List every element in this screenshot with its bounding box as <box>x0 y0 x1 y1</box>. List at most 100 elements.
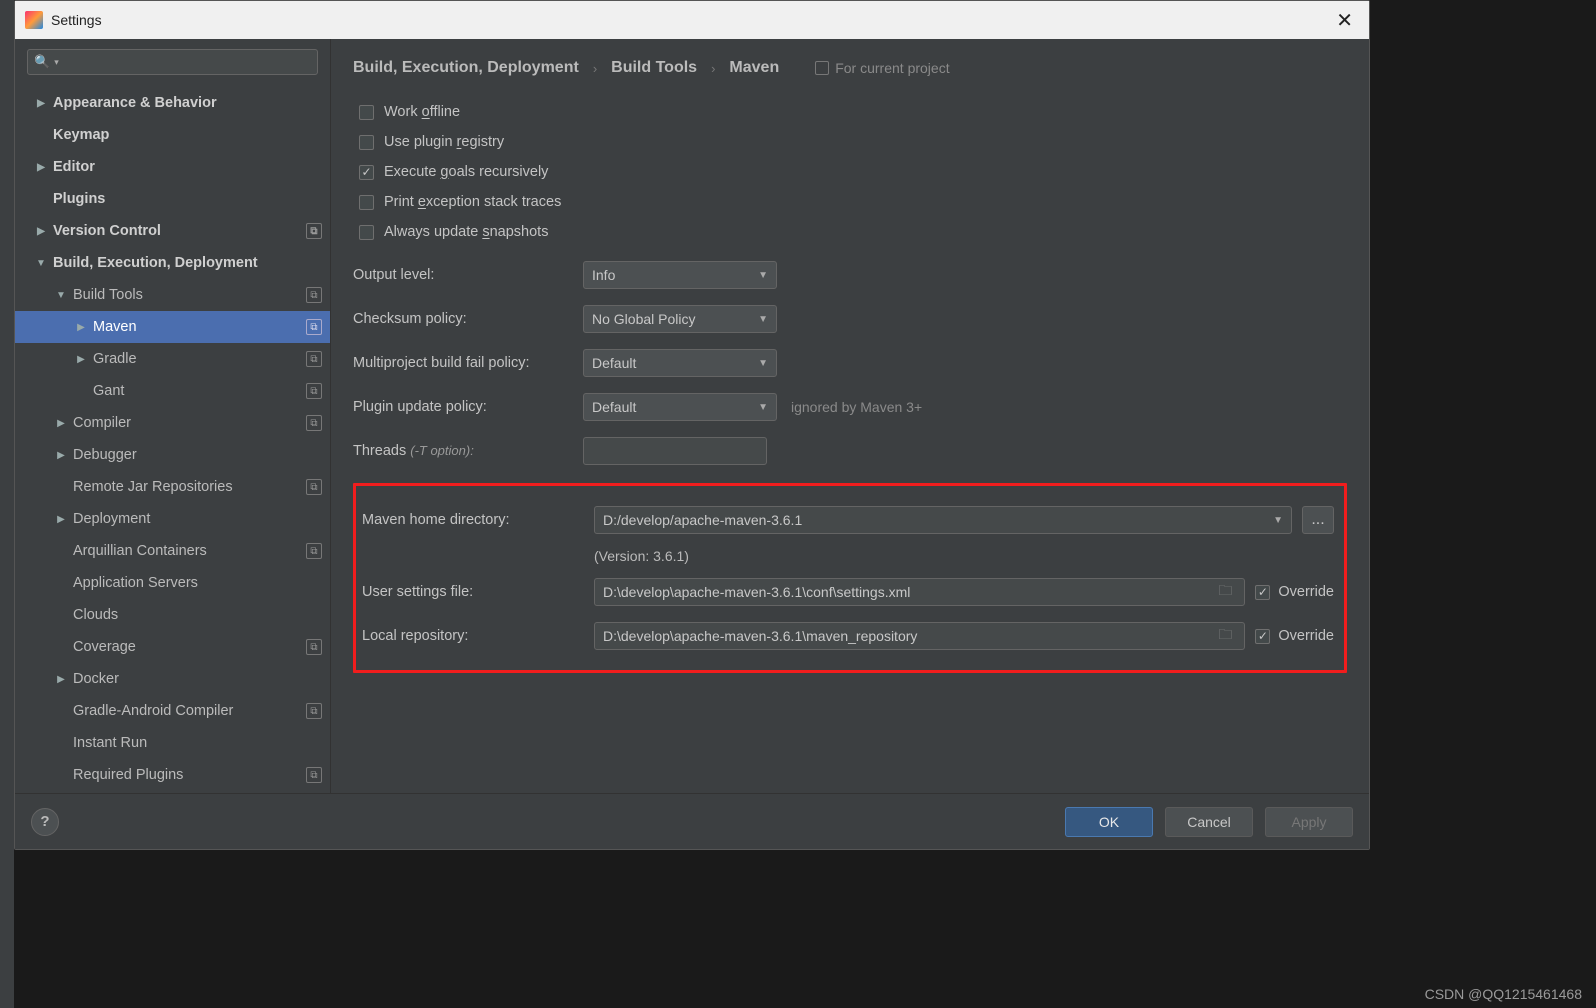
tree-editor[interactable]: ▶ Editor <box>15 151 330 183</box>
apply-button[interactable]: Apply <box>1265 807 1353 837</box>
watermark: CSDN @QQ1215461468 <box>1425 986 1582 1002</box>
tree-label: Coverage <box>73 639 136 655</box>
tree-deployment[interactable]: ▶ Deployment <box>15 503 330 535</box>
tree-plugins[interactable]: Plugins <box>15 183 330 215</box>
project-badge-icon: ⧉ <box>306 287 322 303</box>
always-update-row[interactable]: Always update snapshots <box>353 217 1347 247</box>
select-value: No Global Policy <box>592 311 696 327</box>
tree-build-tools[interactable]: ▼ Build Tools ⧉ <box>15 279 330 311</box>
output-level-select[interactable]: Info ▼ <box>583 261 777 289</box>
tree-label: Maven <box>93 319 137 335</box>
plugin-update-select[interactable]: Default ▼ <box>583 393 777 421</box>
chevron-right-icon: ▶ <box>75 354 87 365</box>
crumb-a[interactable]: Build, Execution, Deployment <box>353 59 579 77</box>
project-badge-icon <box>815 61 829 75</box>
crumb-b[interactable]: Build Tools <box>611 59 697 77</box>
tree-label: Gant <box>93 383 124 399</box>
chevron-right-icon: › <box>711 61 715 76</box>
tree-app-servers[interactable]: Application Servers <box>15 567 330 599</box>
tree-keymap[interactable]: Keymap <box>15 119 330 151</box>
input-value: D:\develop\apache-maven-3.6.1\conf\setti… <box>603 584 910 600</box>
print-exc-row[interactable]: Print exception stack traces <box>353 187 1347 217</box>
tree-label: Debugger <box>73 447 137 463</box>
tree-build-execution[interactable]: ▼ Build, Execution, Deployment <box>15 247 330 279</box>
ellipsis-icon: ... <box>1311 511 1324 529</box>
tree-docker[interactable]: ▶ Docker <box>15 663 330 695</box>
checksum-select[interactable]: No Global Policy ▼ <box>583 305 777 333</box>
maven-home-combo[interactable]: D:/develop/apache-maven-3.6.1 ▼ <box>594 506 1292 534</box>
plugin-update-label: Plugin update policy: <box>353 399 583 415</box>
tree-required-plugins[interactable]: Required Plugins ⧉ <box>15 759 330 791</box>
checkbox-icon[interactable] <box>1255 585 1270 600</box>
chevron-right-icon: ▶ <box>35 226 47 237</box>
chevron-down-icon: ▼ <box>758 402 768 413</box>
project-badge-icon: ⧉ <box>306 703 322 719</box>
tree-remote-jar[interactable]: Remote Jar Repositories ⧉ <box>15 471 330 503</box>
local-repo-override[interactable]: Override <box>1255 628 1334 644</box>
tree-label: Compiler <box>73 415 131 431</box>
checkbox-icon[interactable] <box>359 165 374 180</box>
user-settings-override[interactable]: Override <box>1255 584 1334 600</box>
tree-arquillian[interactable]: Arquillian Containers ⧉ <box>15 535 330 567</box>
cancel-button[interactable]: Cancel <box>1165 807 1253 837</box>
app-gutter <box>0 0 14 1008</box>
local-repo-input[interactable]: D:\develop\apache-maven-3.6.1\maven_repo… <box>594 622 1245 650</box>
tree-gradle[interactable]: ▶ Gradle ⧉ <box>15 343 330 375</box>
work-offline-row[interactable]: Work offline <box>353 97 1347 127</box>
select-value: Info <box>592 267 615 283</box>
checkbox-icon[interactable] <box>359 195 374 210</box>
tree-label: Application Servers <box>73 575 198 591</box>
checkbox-icon[interactable] <box>359 135 374 150</box>
multiproj-select[interactable]: Default ▼ <box>583 349 777 377</box>
use-plugin-row[interactable]: Use plugin registry <box>353 127 1347 157</box>
tree-label: Docker <box>73 671 119 687</box>
tree-label: Plugins <box>53 191 105 207</box>
use-plugin-label: Use plugin registry <box>384 134 504 150</box>
tree-label: Version Control <box>53 223 161 239</box>
chevron-right-icon: ▶ <box>55 450 67 461</box>
tree-label: Clouds <box>73 607 118 623</box>
browse-button[interactable]: ... <box>1302 506 1334 534</box>
search-icon: 🔍 <box>34 54 50 70</box>
exec-goals-row[interactable]: Execute goals recursively <box>353 157 1347 187</box>
tree-gradle-android[interactable]: Gradle-Android Compiler ⧉ <box>15 695 330 727</box>
tree-label: Build Tools <box>73 287 143 303</box>
checkbox-icon[interactable] <box>359 105 374 120</box>
for-project-text: For current project <box>835 60 949 76</box>
print-exc-label: Print exception stack traces <box>384 194 561 210</box>
maven-home-label: Maven home directory: <box>360 512 584 528</box>
search-input[interactable]: 🔍 ▾ <box>27 49 318 75</box>
tree-label: Required Plugins <box>73 767 183 783</box>
tree-clouds[interactable]: Clouds <box>15 599 330 631</box>
tree-version-control[interactable]: ▶ Version Control ⧉ <box>15 215 330 247</box>
user-settings-label: User settings file: <box>360 584 584 600</box>
chevron-right-icon: ▶ <box>35 162 47 173</box>
tree-compiler[interactable]: ▶ Compiler ⧉ <box>15 407 330 439</box>
checkbox-icon[interactable] <box>359 225 374 240</box>
chevron-down-icon: ▼ <box>35 258 47 269</box>
work-offline-label: Work offline <box>384 104 460 120</box>
help-button[interactable]: ? <box>31 808 59 836</box>
tree-instant-run[interactable]: Instant Run <box>15 727 330 759</box>
crumb-c: Maven <box>729 59 779 77</box>
tree-label: Remote Jar Repositories <box>73 479 233 495</box>
tree-gant[interactable]: Gant ⧉ <box>15 375 330 407</box>
project-badge-icon: ⧉ <box>306 543 322 559</box>
dialog-footer: ? OK Cancel Apply <box>15 793 1369 849</box>
chevron-right-icon: ▶ <box>75 322 87 333</box>
project-badge-icon: ⧉ <box>306 639 322 655</box>
tree-maven[interactable]: ▶ Maven ⧉ <box>15 311 330 343</box>
tree-coverage[interactable]: Coverage ⧉ <box>15 631 330 663</box>
folder-icon[interactable]: 🗀 <box>1218 624 1232 648</box>
folder-icon[interactable]: 🗀 <box>1218 580 1232 604</box>
tree-debugger[interactable]: ▶ Debugger <box>15 439 330 471</box>
close-icon[interactable]: ✕ <box>1330 6 1359 35</box>
tree-appearance[interactable]: ▶ Appearance & Behavior <box>15 87 330 119</box>
chevron-down-icon: ▼ <box>55 290 67 301</box>
ok-button[interactable]: OK <box>1065 807 1153 837</box>
tree-label: Arquillian Containers <box>73 543 207 559</box>
user-settings-input[interactable]: D:\develop\apache-maven-3.6.1\conf\setti… <box>594 578 1245 606</box>
chevron-down-icon: ▼ <box>1273 515 1283 526</box>
threads-input[interactable] <box>583 437 767 465</box>
checkbox-icon[interactable] <box>1255 629 1270 644</box>
